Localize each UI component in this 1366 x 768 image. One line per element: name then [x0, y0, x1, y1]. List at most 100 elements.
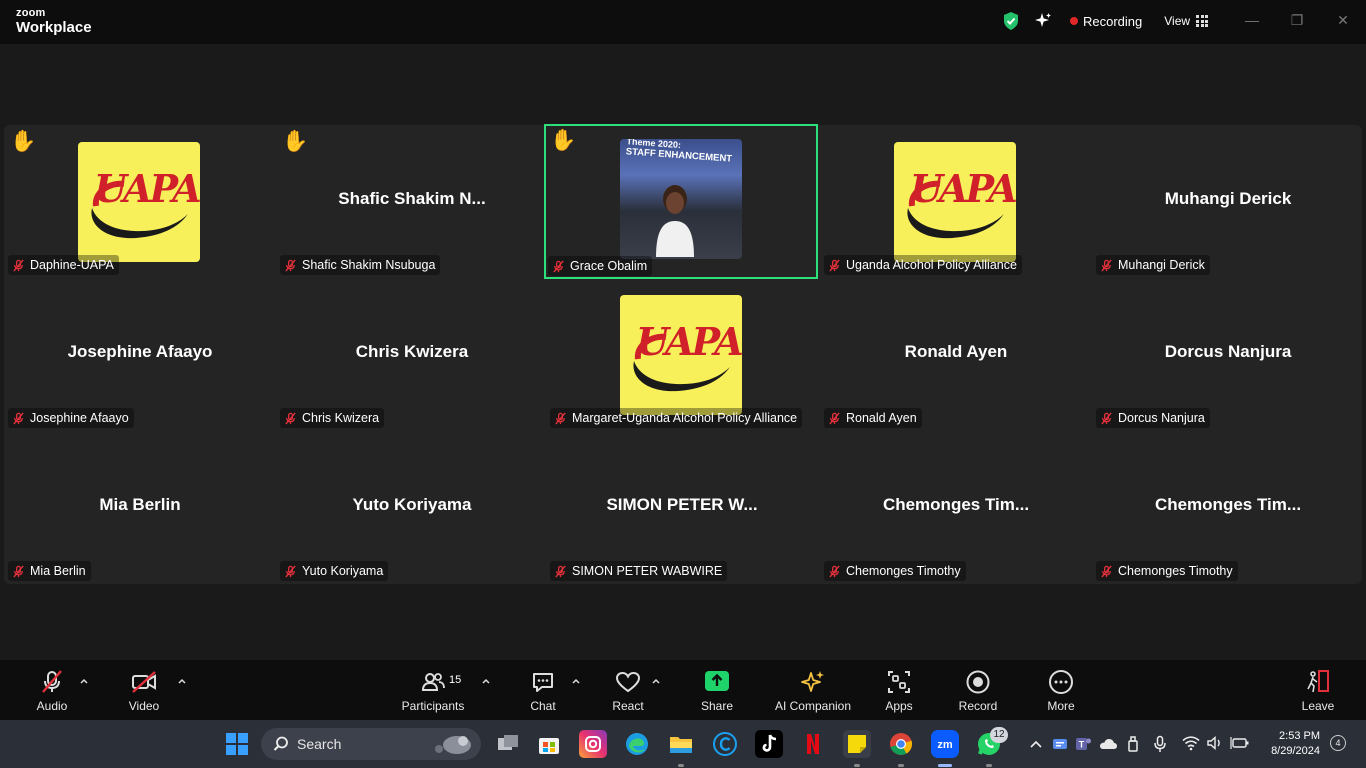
participant-tile[interactable]: ✋ UAPA Daphine-UAPA: [4, 125, 276, 278]
task-view-icon[interactable]: [494, 730, 522, 758]
ai-sparkle-icon[interactable]: [1034, 12, 1052, 30]
participant-tile[interactable]: UAPA Margaret-Uganda Alcohol Policy Allia…: [546, 278, 818, 431]
participant-display-name: Muhangi Derick: [1164, 189, 1292, 208]
tiktok-icon[interactable]: [755, 730, 783, 758]
taskbar-search[interactable]: Search: [261, 728, 481, 760]
zoom-running-indicator: [938, 764, 952, 767]
participant-nameplate: Daphine-UAPA: [8, 255, 119, 275]
participants-icon: [421, 673, 445, 691]
video-button[interactable]: Video: [122, 668, 166, 713]
react-chevron-icon[interactable]: [651, 676, 661, 686]
participant-photo: Theme 2020: STAFF ENHANCEMENT: [620, 139, 742, 259]
chrome-icon[interactable]: [887, 730, 915, 758]
participant-tile[interactable]: Yuto Koriyama Yuto Koriyama: [276, 431, 548, 584]
microphone-tray-icon[interactable]: [1152, 735, 1168, 753]
participant-tile[interactable]: Ronald Ayen Ronald Ayen: [820, 278, 1092, 431]
participant-name: Yuto Koriyama: [302, 564, 384, 578]
wifi-icon[interactable]: [1182, 735, 1200, 751]
show-hidden-icons-chevron-icon[interactable]: [1029, 737, 1043, 751]
search-highlight-icon: [435, 736, 471, 754]
view-button[interactable]: View: [1164, 14, 1209, 28]
minimize-icon[interactable]: —: [1244, 10, 1260, 30]
photo-theme-text: Theme 2020: STAFF ENHANCEMENT: [625, 139, 733, 165]
taskbar-clock[interactable]: 2:53 PM 8/29/2024: [1258, 729, 1320, 759]
chat-chevron-icon[interactable]: [571, 676, 581, 686]
participant-nameplate: Josephine Afaayo: [8, 408, 134, 428]
usb-device-icon[interactable]: [1125, 735, 1141, 753]
participants-chevron-icon[interactable]: [481, 676, 491, 686]
participant-tile[interactable]: Mia Berlin Mia Berlin: [4, 431, 276, 584]
record-button[interactable]: Record: [956, 668, 1000, 713]
share-button[interactable]: Share: [696, 668, 738, 713]
participant-tile[interactable]: ✋ Shafic Shakim N... Shafic Shakim Nsubuga: [276, 125, 548, 278]
start-windows-icon[interactable]: [223, 730, 251, 758]
muted-mic-icon: [553, 259, 564, 273]
participant-tile[interactable]: Muhangi Derick Muhangi Derick: [1092, 125, 1364, 278]
participant-nameplate: SIMON PETER WABWIRE: [550, 561, 728, 581]
meeting-toolbar: Audio Video Participants 15 Chat React S…: [0, 660, 1366, 720]
zoom-taskbar-icon[interactable]: zm: [931, 730, 959, 758]
sticky-notes-icon[interactable]: [843, 730, 871, 758]
encryption-shield-icon[interactable]: [1002, 11, 1020, 31]
participants-label: Participants: [401, 699, 465, 713]
participant-tile[interactable]: Dorcus Nanjura Dorcus Nanjura: [1092, 278, 1364, 431]
edge-browser-icon[interactable]: [623, 730, 651, 758]
onedrive-cloud-icon[interactable]: [1098, 736, 1118, 752]
ai-companion-button[interactable]: AI Companion: [772, 668, 854, 713]
explorer-running-indicator: [678, 764, 684, 767]
participant-tile[interactable]: Chemonges Tim... Chemonges Timothy: [820, 431, 1092, 584]
microsoft-store-icon[interactable]: [535, 730, 563, 758]
instagram-icon[interactable]: [579, 730, 607, 758]
uapa-logo-avatar: UAPA: [894, 142, 1016, 262]
heart-icon: [615, 671, 641, 693]
participant-tile[interactable]: ✋ Theme 2020: STAFF ENHANCEMENT Grace Obali…: [544, 124, 818, 279]
muted-mic-icon: [1101, 258, 1112, 272]
clock-date: 8/29/2024: [1271, 745, 1320, 757]
apps-button[interactable]: Apps: [878, 668, 920, 713]
close-icon[interactable]: ✕: [1335, 10, 1351, 30]
more-button[interactable]: More: [1040, 668, 1082, 713]
participant-nameplate: Uganda Alcohol Policy Alliance: [824, 255, 1022, 275]
ai-companion-sparkle-icon: [801, 671, 824, 692]
teams-tray-icon[interactable]: T: [1074, 735, 1092, 753]
audio-options-chevron-icon[interactable]: [79, 676, 89, 686]
messages-tray-icon[interactable]: [1051, 735, 1069, 753]
muted-mic-icon: [829, 258, 840, 272]
muted-mic-icon: [13, 258, 24, 272]
muted-mic-icon: [1101, 411, 1112, 425]
participant-name: Chemonges Timothy: [1118, 564, 1233, 578]
battery-charging-icon[interactable]: [1230, 735, 1250, 751]
participant-tile[interactable]: SIMON PETER W... SIMON PETER WABWIRE: [546, 431, 818, 584]
participant-name: Shafic Shakim Nsubuga: [302, 258, 436, 272]
participant-nameplate: Muhangi Derick: [1096, 255, 1210, 275]
video-options-chevron-icon[interactable]: [177, 676, 187, 686]
chat-button[interactable]: Chat: [522, 668, 564, 713]
participant-tile[interactable]: Josephine Afaayo Josephine Afaayo: [4, 278, 276, 431]
participant-tile[interactable]: Chris Kwizera Chris Kwizera: [276, 278, 548, 431]
speaker-volume-icon[interactable]: [1206, 735, 1224, 751]
audio-label: Audio: [36, 699, 68, 713]
chat-label: Chat: [530, 699, 556, 713]
participant-tile[interactable]: UAPA Uganda Alcohol Policy Alliance: [820, 125, 1092, 278]
participant-display-name: Mia Berlin: [99, 495, 181, 514]
notification-count-badge[interactable]: 4: [1330, 735, 1346, 751]
participant-display-name: Chris Kwizera: [355, 342, 469, 361]
file-explorer-icon[interactable]: [667, 730, 695, 758]
chat-icon: [533, 673, 553, 692]
react-button[interactable]: React: [607, 668, 649, 713]
more-label: More: [1047, 699, 1075, 713]
raised-hand-icon: ✋: [282, 130, 309, 153]
raised-hand-icon: ✋: [550, 129, 577, 152]
audio-button[interactable]: Audio: [30, 668, 74, 713]
participant-name: Muhangi Derick: [1118, 258, 1205, 272]
muted-mic-icon: [829, 411, 840, 425]
netflix-icon[interactable]: [799, 730, 827, 758]
copilot-c-icon[interactable]: [711, 730, 739, 758]
leave-button[interactable]: Leave: [1298, 668, 1338, 713]
participant-name: Dorcus Nanjura: [1118, 411, 1205, 425]
recording-indicator[interactable]: Recording: [1070, 14, 1142, 29]
uapa-logo-avatar: UAPA: [620, 295, 742, 415]
participant-tile[interactable]: Chemonges Tim... Chemonges Timothy: [1092, 431, 1364, 584]
maximize-icon[interactable]: ❐: [1289, 10, 1305, 30]
uapa-logo-text: UAPA: [94, 166, 200, 211]
